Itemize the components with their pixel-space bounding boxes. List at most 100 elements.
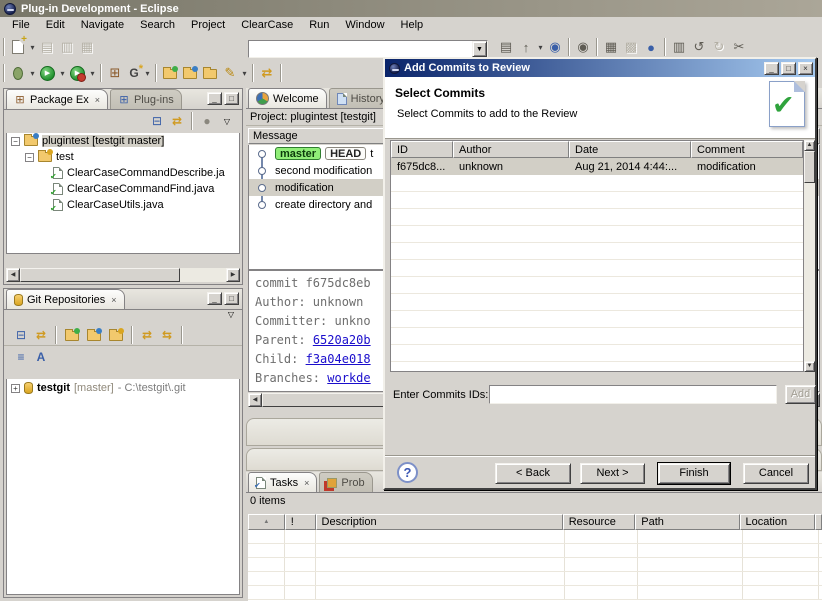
date-column-header[interactable]: Date <box>569 141 691 158</box>
run-external-dropdown-icon[interactable]: ▾ <box>88 69 97 78</box>
tree-row-testgit[interactable]: + testgit [master] - C:\testgit\.git <box>7 379 239 397</box>
tree-row-file[interactable]: ✔ ClearCaseUtils.java <box>7 197 239 213</box>
open-folder-icon-3[interactable] <box>203 69 217 79</box>
child-commit-link[interactable]: f3a04e018 <box>306 352 371 366</box>
search-dropdown-icon[interactable]: ▾ <box>240 69 249 78</box>
back-history-icon[interactable]: ↺ <box>689 38 709 56</box>
collapse-node-icon[interactable]: − <box>11 137 20 146</box>
combo-arrow-icon[interactable]: ▼ <box>472 41 487 57</box>
view-menu-icon[interactable]: ▽ <box>218 113 236 129</box>
scroll-down-icon[interactable]: ▼ <box>804 361 815 372</box>
annotate-icon[interactable]: ◉ <box>573 38 593 56</box>
find-checkouts-icon[interactable]: ◉ <box>545 38 565 56</box>
run-icon[interactable]: ▶ <box>40 66 55 81</box>
tab-welcome[interactable]: Welcome <box>248 88 327 108</box>
menu-search[interactable]: Search <box>132 18 183 32</box>
sync-arrows-icon[interactable]: ⇄ <box>257 64 277 82</box>
minimize-view-icon[interactable]: _ <box>207 292 222 305</box>
description-column-header[interactable]: Description <box>316 514 563 530</box>
collapse-all-icon[interactable]: ⊟ <box>148 113 166 129</box>
dialog-maximize-icon[interactable]: □ <box>781 62 796 75</box>
tree-row-file[interactable]: ✔ ClearCaseCommandDescribe.ja <box>7 165 239 181</box>
forward-history-icon[interactable]: ↻ <box>709 38 729 56</box>
hierarchy-view-icon[interactable]: ≡ <box>12 349 30 365</box>
tab-git-repositories[interactable]: Git Repositories × <box>6 289 125 309</box>
scroll-right-icon[interactable]: ▶ <box>226 268 240 282</box>
parent-commit-link[interactable]: 6520a20b <box>313 333 371 347</box>
tab-package-explorer[interactable]: ⊞ Package Ex × <box>6 89 108 109</box>
collapse-all-icon[interactable]: ⊟ <box>12 327 30 343</box>
print-icon[interactable]: ▦ <box>77 38 97 56</box>
clearcase-g-icon[interactable]: G <box>125 66 143 80</box>
menu-run[interactable]: Run <box>301 18 337 32</box>
id-column-header[interactable]: ID <box>391 141 453 158</box>
scrollbar-thumb[interactable] <box>804 151 815 183</box>
run-dropdown-icon[interactable]: ▾ <box>58 69 67 78</box>
comment-column-header[interactable]: Comment <box>691 141 803 158</box>
open-folder-icon-2[interactable] <box>183 69 197 79</box>
view-menu-icon[interactable]: ▽ <box>228 310 234 324</box>
dialog-minimize-icon[interactable]: _ <box>764 62 779 75</box>
cut-icon[interactable]: ✂ <box>729 38 749 56</box>
menu-clearcase[interactable]: ClearCase <box>233 18 301 32</box>
close-view-icon[interactable]: × <box>302 478 309 488</box>
refresh-icon[interactable]: ⇄ <box>138 327 156 343</box>
clone-repository-icon[interactable] <box>87 331 101 341</box>
finish-button[interactable]: Finish <box>658 463 730 484</box>
location-column-header[interactable]: Location <box>740 514 815 530</box>
tab-plug-ins[interactable]: ⊞ Plug-ins <box>110 89 182 109</box>
horizontal-scrollbar[interactable]: ◀ ▶ <box>6 268 240 282</box>
add-repository-icon[interactable] <box>65 331 79 341</box>
branches-link[interactable]: workde <box>327 371 370 385</box>
scroll-up-icon[interactable]: ▲ <box>804 140 815 151</box>
next-button[interactable]: Next > <box>580 463 645 484</box>
close-view-icon[interactable]: × <box>93 95 100 105</box>
minimize-view-icon[interactable]: _ <box>207 92 222 105</box>
path-column-header[interactable]: Path <box>635 514 739 530</box>
resource-column-header[interactable]: Resource <box>563 514 636 530</box>
checkin-up-arrow-icon[interactable]: ↑ <box>516 38 536 56</box>
menu-window[interactable]: Window <box>337 18 392 32</box>
back-button[interactable]: < Back <box>495 463 571 484</box>
cancel-button[interactable]: Cancel <box>743 463 809 484</box>
tab-tasks[interactable]: ✔ Tasks × <box>248 472 317 492</box>
sort-column-header[interactable]: ▲ <box>248 514 285 530</box>
checkin-dropdown-icon[interactable]: ▾ <box>536 43 545 52</box>
copy-sheets-icon[interactable]: ▥ <box>669 38 689 56</box>
scroll-left-icon[interactable]: ◀ <box>248 393 262 407</box>
search-pencil-icon[interactable]: ✎ <box>220 64 240 82</box>
open-folder-icon-1[interactable] <box>163 69 177 79</box>
vertical-scrollbar[interactable]: ▲ ▼ <box>804 140 815 372</box>
run-external-icon[interactable]: ▶ <box>70 66 85 81</box>
help-button[interactable]: ? <box>397 462 418 483</box>
sphere-star-icon[interactable]: ● <box>641 38 661 56</box>
new-window-icon[interactable]: ▩ <box>621 38 641 56</box>
create-repository-icon[interactable] <box>109 331 123 341</box>
dialog-close-icon[interactable]: × <box>798 62 813 75</box>
severity-column-header[interactable]: ! <box>285 514 316 530</box>
add-button[interactable]: Add <box>785 385 816 404</box>
maximize-view-icon[interactable]: □ <box>224 292 239 305</box>
sort-az-icon[interactable]: A <box>32 349 50 365</box>
link-with-selection-icon[interactable]: ⇄ <box>32 327 50 343</box>
dialog-titlebar[interactable]: Add Commits to Review _ □ × <box>385 59 815 77</box>
sync-icon[interactable]: ⇆ <box>158 327 176 343</box>
close-view-icon[interactable]: × <box>109 295 116 305</box>
new-dropdown-icon[interactable]: ▾ <box>28 43 37 52</box>
save-icon[interactable]: ▤ <box>37 38 57 56</box>
commit-table-row-selected[interactable]: f675dc8... unknown Aug 21, 2014 4:44:...… <box>391 158 803 175</box>
debug-bug-icon[interactable] <box>13 67 23 80</box>
save-all-icon[interactable]: ▥ <box>57 38 77 56</box>
maximize-view-icon[interactable]: □ <box>224 92 239 105</box>
scrollbar-thumb[interactable] <box>20 268 180 282</box>
menu-file[interactable]: File <box>4 18 38 32</box>
collapse-node-icon[interactable]: − <box>25 153 34 162</box>
toolbar-combo-input[interactable] <box>248 40 488 58</box>
menu-edit[interactable]: Edit <box>38 18 73 32</box>
filters-icon[interactable]: ● <box>198 113 216 129</box>
tree-row-file[interactable]: ✔ ClearCaseCommandFind.java <box>7 181 239 197</box>
tree-row-plugintest[interactable]: − plugintest [testgit master] <box>7 133 239 149</box>
commit-ids-input[interactable] <box>489 385 777 404</box>
checkout-icon[interactable]: ▤ <box>496 38 516 56</box>
author-column-header[interactable]: Author <box>453 141 569 158</box>
